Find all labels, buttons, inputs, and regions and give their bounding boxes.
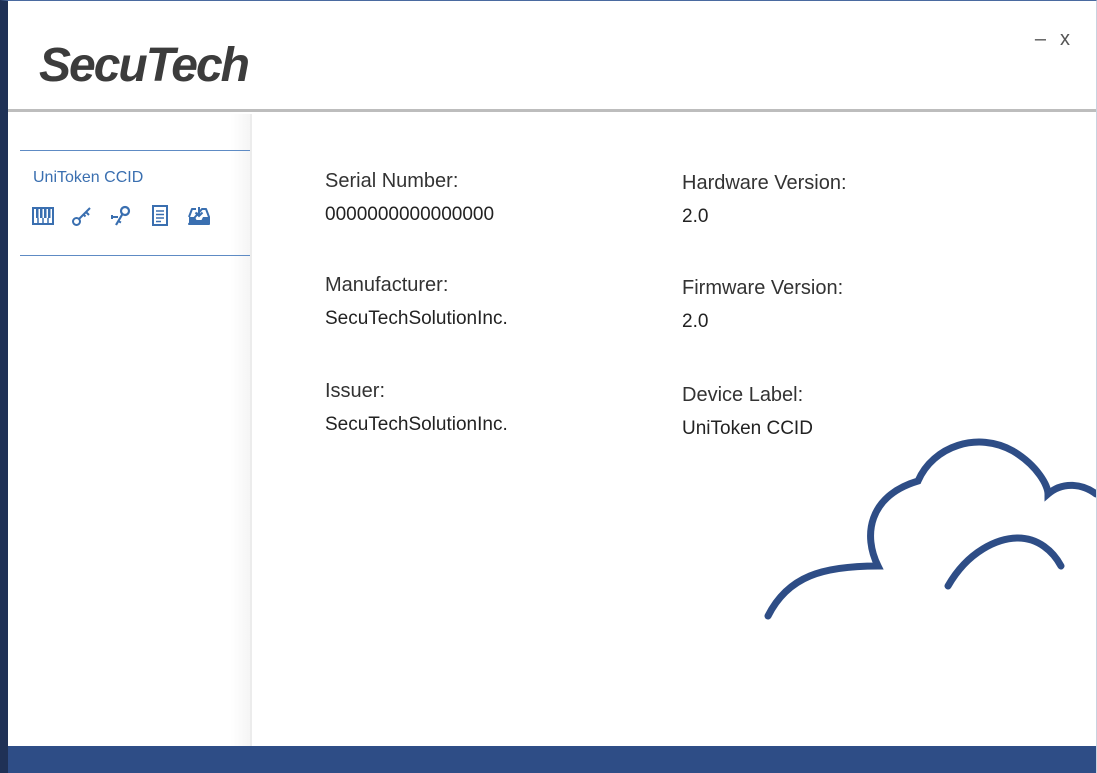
firmware-version-field: Firmware Version: 2.0: [682, 277, 843, 333]
device-label-label: Device Label:: [682, 384, 804, 406]
firmware-version-value: 2.0: [682, 311, 709, 332]
hardware-version-value: 2.0: [682, 206, 709, 227]
device-name[interactable]: UniToken CCID: [33, 169, 143, 187]
firmware-version-label: Firmware Version:: [682, 277, 844, 299]
hardware-version-field: Hardware Version: 2.0: [682, 172, 847, 228]
key-icon[interactable]: [71, 205, 93, 227]
issuer-field: Issuer: SecuTechSolutionInc.: [325, 380, 508, 436]
serial-number-value: 0000000000000000: [325, 204, 495, 225]
secutech-logo: SecuTech: [39, 39, 250, 92]
keypad-icon[interactable]: [32, 205, 54, 227]
app-window: SecuTech – x UniToken CCID Serial Number…: [0, 0, 1097, 773]
serial-number-field: Serial Number: 0000000000000000: [325, 170, 494, 226]
sidebar: UniToken CCID: [8, 114, 252, 746]
header: SecuTech – x: [8, 1, 1096, 112]
issuer-value: SecuTechSolutionInc.: [325, 414, 508, 435]
close-button[interactable]: x: [1060, 29, 1070, 49]
download-tray-icon[interactable]: [188, 205, 210, 227]
window-controls: – x: [1035, 29, 1070, 49]
manufacturer-field: Manufacturer: SecuTechSolutionInc.: [325, 274, 508, 330]
device-card[interactable]: UniToken CCID: [20, 150, 250, 256]
footer-bar: [8, 746, 1096, 773]
manufacturer-label: Manufacturer:: [325, 274, 449, 296]
document-icon[interactable]: [149, 205, 171, 227]
keys-icon[interactable]: [110, 205, 132, 227]
serial-number-label: Serial Number:: [325, 170, 459, 192]
issuer-label: Issuer:: [325, 380, 386, 402]
device-toolbar: [32, 205, 210, 227]
minimize-button[interactable]: –: [1035, 29, 1046, 49]
cloud-decoration: [764, 438, 1096, 620]
hardware-version-label: Hardware Version:: [682, 172, 847, 194]
manufacturer-value: SecuTechSolutionInc.: [325, 308, 508, 329]
